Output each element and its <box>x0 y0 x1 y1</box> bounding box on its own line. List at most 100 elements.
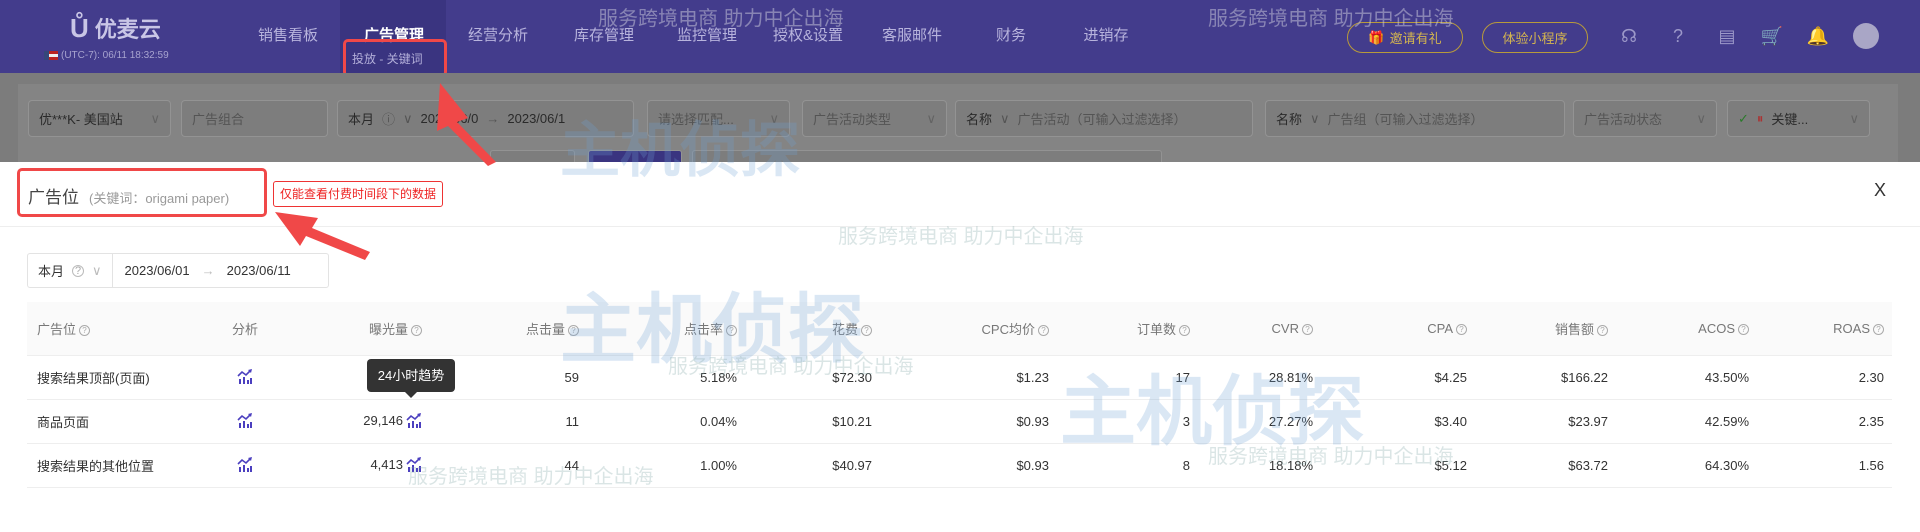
table-cell: 搜索结果的其他位置 <box>27 442 200 488</box>
campaign-type-placeholder: 广告活动类型 <box>813 112 892 127</box>
question-icon: ? <box>726 324 737 336</box>
nav-customer-email[interactable]: 客服邮件 <box>882 24 942 45</box>
column-header[interactable]: 分析 <box>200 302 290 355</box>
trend-analysis-icon[interactable] <box>237 457 253 473</box>
cell-value: 0.04% <box>700 413 737 429</box>
cell-value: 59 <box>564 369 579 385</box>
column-header[interactable]: 花费? <box>745 302 880 355</box>
cell-value: 17 <box>1175 369 1190 385</box>
question-icon: ⓘ <box>382 112 396 127</box>
modal-date-picker[interactable]: 本月? ∨ 2023/06/01 → 2023/06/11 <box>27 253 329 288</box>
question-icon: ? <box>1597 324 1608 336</box>
chevron-down-icon: ∨ <box>150 110 160 126</box>
nav-finance[interactable]: 财务 <box>996 24 1026 45</box>
keyword-status-select[interactable]: ✓ ⏸ 关键... ∨ <box>1727 100 1870 137</box>
column-header[interactable]: ROAS? <box>1757 302 1892 355</box>
column-header[interactable]: 点击率? <box>587 302 745 355</box>
chevron-down-icon: ∨ <box>1000 110 1010 126</box>
name-select[interactable]: 名称 <box>1276 109 1302 128</box>
column-header[interactable]: 销售额? <box>1475 302 1616 355</box>
hourly-trend-icon[interactable] <box>406 413 422 429</box>
campaign-type-select[interactable]: 广告活动类型 ∨ <box>802 100 947 137</box>
mini-program-button[interactable]: 体验小程序 <box>1482 22 1588 53</box>
column-header-label: 花费 <box>831 321 858 337</box>
column-header[interactable]: CVR? <box>1198 302 1321 355</box>
period-value: 本月 <box>348 112 375 127</box>
period-select[interactable]: 本月? ∨ <box>28 254 113 287</box>
avatar[interactable] <box>1853 23 1879 49</box>
cell-value: $23.97 <box>1568 413 1608 429</box>
store-select[interactable]: 优***K- 美国站 ∨ <box>28 100 171 137</box>
date-end[interactable]: 2023/06/11 <box>227 263 291 278</box>
date-end: 2023/06/1 <box>507 111 566 126</box>
table-cell: 3 <box>1057 398 1198 443</box>
cell-value: 1.00% <box>700 457 737 473</box>
table-cell: 64.30% <box>1616 442 1757 488</box>
cell-value: $63.72 <box>1568 457 1608 473</box>
column-header[interactable]: CPC均价? <box>880 302 1057 355</box>
cell-value: 64.30% <box>1704 457 1749 473</box>
nav-inventory[interactable]: 库存管理 <box>574 24 634 45</box>
column-header[interactable]: ACOS? <box>1616 302 1757 355</box>
column-header-label: CVR <box>1271 320 1299 336</box>
table-cell <box>200 398 290 443</box>
match-type-select[interactable]: 请选择匹配... ∨ <box>647 100 790 137</box>
nav-business-analysis[interactable]: 经营分析 <box>468 24 528 45</box>
table-row: 搜索结果的其他位置 4,413 44 1.00% $40.97 $0.93 8 18.18% $… <box>27 442 1892 488</box>
timezone-clock: (UTC-7): 06/11 18:32:59 <box>44 50 169 61</box>
table-cell: 5.18% <box>587 354 745 399</box>
cell-value: $4.25 <box>1434 369 1467 385</box>
logo-text: 优麦云 <box>94 17 161 42</box>
table-cell: 8 <box>1057 442 1198 488</box>
column-header[interactable]: 曝光量? <box>290 302 430 355</box>
cell-value: 4,413 <box>370 456 403 472</box>
hourly-trend-icon[interactable] <box>406 457 422 473</box>
column-header[interactable]: 广告位? <box>27 302 200 355</box>
cell-value: 18.18% <box>1268 457 1313 473</box>
nav-auth-settings[interactable]: 授权&设置 <box>773 24 843 45</box>
column-header[interactable]: 订单数? <box>1057 302 1198 355</box>
help-icon[interactable]: ? <box>1666 24 1690 48</box>
column-header-label: CPA <box>1427 320 1453 336</box>
nav-sales-board[interactable]: 销售看板 <box>258 24 318 45</box>
name-select[interactable]: 名称 <box>966 109 992 128</box>
customer-service-icon[interactable]: ☊ <box>1617 24 1641 48</box>
table-header: 广告位? 分析 曝光量? 点击量? 点击率? 花费? CPC均价? 订单数? CVR? CPA? 销… <box>27 302 1892 355</box>
trend-analysis-icon[interactable] <box>237 413 253 429</box>
close-button[interactable]: X <box>1874 180 1886 201</box>
nav-monitoring[interactable]: 监控管理 <box>677 24 737 45</box>
cell-value: $1.23 <box>1016 369 1049 385</box>
campaign-filter[interactable]: 名称 ∨ 广告活动（可输入过滤选择） <box>955 100 1253 137</box>
date-range-filter[interactable]: 本月 ⓘ ∨ 2023/06/0 → 2023/06/1 <box>337 100 634 137</box>
nav-purchase-sales-inventory[interactable]: 进销存 <box>1083 24 1128 45</box>
portfolio-input[interactable]: 广告组合 <box>181 100 328 137</box>
bell-icon[interactable]: 🔔 <box>1806 24 1830 48</box>
cell-value: $0.93 <box>1016 457 1049 473</box>
date-start: 2023/06/0 <box>420 111 479 126</box>
table-cell: 11 <box>430 398 587 443</box>
trend-analysis-icon[interactable] <box>237 369 253 385</box>
cell-value: 2.30 <box>1858 369 1884 385</box>
question-icon: ? <box>72 264 85 277</box>
cell-value: $5.12 <box>1434 457 1467 473</box>
question-icon: ? <box>1738 323 1749 335</box>
column-header-label: ROAS <box>1833 320 1870 336</box>
chevron-down-icon: ∨ <box>403 110 413 126</box>
column-header[interactable]: 点击量? <box>430 302 587 355</box>
adgroup-placeholder: 广告组（可输入过滤选择） <box>1327 112 1484 127</box>
table-cell: 18.18% <box>1198 442 1321 488</box>
column-header-label: ACOS <box>1698 320 1735 336</box>
invite-button[interactable]: 🎁 邀请有礼 <box>1347 22 1463 53</box>
cart-icon[interactable]: 🛒 <box>1760 24 1784 48</box>
logo[interactable]: Ů 优麦云 <box>70 12 161 44</box>
column-header[interactable]: CPA? <box>1321 302 1475 355</box>
table-cell: 商品页面 <box>27 398 200 443</box>
message-icon[interactable]: ▤ <box>1715 24 1739 48</box>
column-header-label: 销售额 <box>1554 321 1594 337</box>
table-cell: 28.81% <box>1198 354 1321 399</box>
question-icon: ? <box>79 324 91 336</box>
table-cell: 1.00% <box>587 442 745 488</box>
adgroup-filter[interactable]: 名称 ∨ 广告组（可输入过滤选择） <box>1265 100 1565 137</box>
campaign-status-select[interactable]: 广告活动状态 ∨ <box>1573 100 1717 137</box>
date-start[interactable]: 2023/06/01 <box>125 263 190 278</box>
